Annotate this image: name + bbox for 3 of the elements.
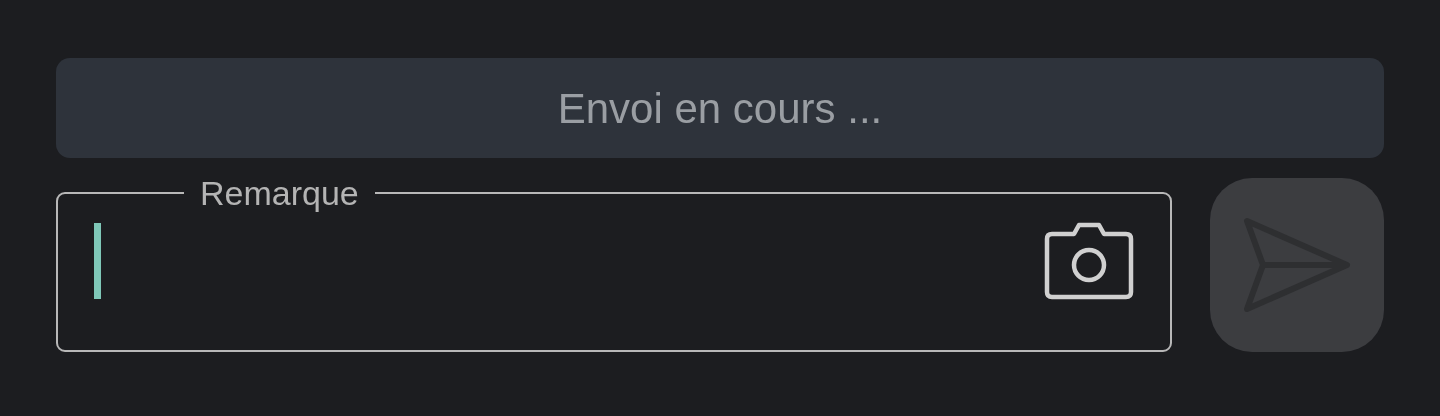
camera-icon[interactable] xyxy=(1044,221,1134,300)
field-label: Remarque xyxy=(199,176,360,210)
status-banner: Envoi en cours ... xyxy=(56,58,1384,158)
